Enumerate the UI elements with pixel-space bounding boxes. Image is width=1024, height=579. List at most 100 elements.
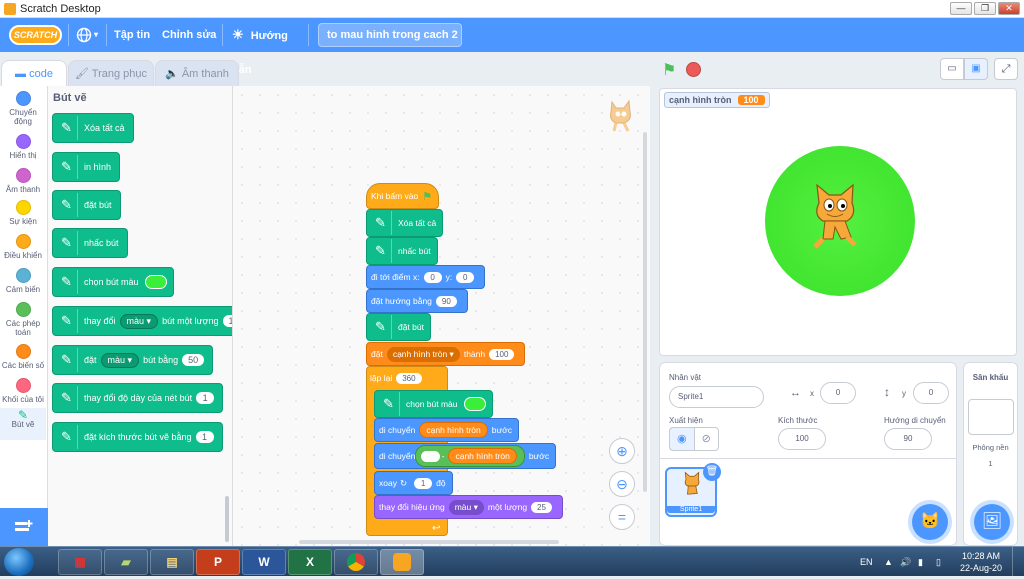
taskbar-app-scratch[interactable] (380, 549, 424, 575)
zoom-in-button[interactable]: ⊕ (609, 438, 635, 464)
taskbar-app-explorer[interactable]: ▤ (150, 549, 194, 575)
show-hidden-icons[interactable]: ▲ (884, 547, 893, 577)
y-position-input[interactable]: 0 (913, 382, 949, 404)
value-input[interactable]: 1 (195, 431, 214, 443)
minimize-button[interactable]: — (950, 2, 972, 15)
green-flag-button[interactable]: ⚑ (662, 60, 676, 80)
variable-reporter[interactable]: cạnh hình tròn (419, 422, 488, 438)
scratch-logo[interactable]: SCRATCH (9, 25, 62, 45)
hide-button[interactable]: ⊘ (695, 428, 719, 450)
sprite-tile[interactable]: Sprite1 🗑 (665, 463, 721, 517)
value-input[interactable]: 50 (182, 354, 205, 366)
show-button[interactable]: ◉ (670, 428, 695, 450)
tab-costumes[interactable]: 🖌 Trang phục (68, 60, 154, 86)
y-input[interactable]: 0 (456, 271, 475, 283)
tab-code[interactable]: ▬ code (1, 60, 67, 87)
block-pen-down[interactable]: ✎ đặt bút (52, 190, 121, 220)
cat-sprite[interactable] (805, 181, 865, 261)
param-dropdown[interactable]: màu ▾ (100, 352, 140, 368)
start-button[interactable] (4, 548, 34, 576)
taskbar-app-paint[interactable]: ▦ (58, 549, 102, 575)
block-set-pen-param[interactable]: ✎ đặt màu ▾ bút bằng 50 (52, 345, 214, 375)
script-set-variable-block[interactable]: đặt cạnh hình tròn ▾ thành 100 (366, 342, 526, 366)
block-set-pen-size[interactable]: ✎ đặt kích thước bút vẽ bằng 1 (52, 422, 223, 452)
language-indicator[interactable]: EN (860, 547, 873, 577)
script-turn-block[interactable]: xoay ↻ 1 độ (374, 471, 453, 495)
category-variables[interactable]: Các biến số (0, 344, 46, 370)
language-menu[interactable]: ▾ (76, 18, 104, 52)
category-events[interactable]: Sự kiện (0, 200, 46, 226)
block-pen-clear[interactable]: ✎ Xóa tất cả (52, 113, 134, 143)
category-pen[interactable]: ✎ Bút vẽ (0, 408, 46, 440)
category-looks[interactable]: Hiển thị (0, 134, 46, 160)
tab-sounds[interactable]: 🔈 Âm thanh (155, 60, 239, 86)
category-sound[interactable]: Âm thanh (0, 168, 46, 194)
direction-input[interactable]: 90 (435, 295, 457, 307)
taskbar-app-excel[interactable]: X (288, 549, 332, 575)
color-swatch[interactable] (463, 397, 486, 411)
show-desktop-button[interactable] (1012, 547, 1022, 577)
category-control[interactable]: Điều khiển (0, 234, 46, 260)
x-input[interactable]: 0 (423, 271, 442, 283)
variable-reporter[interactable]: cạnh hình tròn (448, 448, 517, 464)
category-sensing[interactable]: Cảm biến (0, 268, 46, 294)
zoom-reset-button[interactable]: = (609, 504, 635, 530)
category-operators[interactable]: Các phép toán (0, 302, 46, 337)
script-change-effect-block[interactable]: thay đổi hiệu ứng màu ▾ một lượng 25 (374, 495, 563, 519)
param-dropdown[interactable]: màu ▾ (119, 313, 159, 329)
variable-dropdown[interactable]: cạnh hình tròn ▾ (386, 346, 460, 362)
taskbar-app-powerpoint[interactable]: P (196, 549, 240, 575)
edit-menu[interactable]: Chỉnh sửa (162, 18, 216, 52)
script-move-block-1[interactable]: di chuyển cạnh hình tròn bước (374, 418, 519, 442)
stop-button[interactable] (686, 62, 701, 77)
file-menu[interactable]: Tập tin (114, 18, 150, 52)
choose-sprite-button[interactable]: 🐱 (912, 504, 948, 540)
small-stage-button[interactable]: ▭ (940, 58, 964, 80)
subtract-operator[interactable]: - cạnh hình tròn (415, 445, 525, 467)
tutorials-button[interactable]: ☀ Hướng dẫn (232, 18, 302, 76)
x-position-input[interactable]: 0 (820, 382, 856, 404)
script-clear-block[interactable]: ✎ Xóa tất cả (366, 209, 444, 237)
value-input[interactable]: 100 (489, 348, 515, 360)
sprite-name-input[interactable]: Sprite1 (669, 386, 764, 408)
operand-input[interactable] (421, 450, 440, 462)
effect-dropdown[interactable]: màu ▾ (448, 499, 484, 515)
when-flag-clicked-block[interactable]: Khi bấm vào ⚑ (366, 183, 440, 209)
script-goto-xy-block[interactable]: đi tới điểm x: 0 y: 0 (366, 265, 486, 289)
restore-button[interactable]: ❐ (974, 2, 996, 15)
clock[interactable]: 10:28 AM 22-Aug-20 (956, 547, 1006, 577)
color-swatch[interactable] (144, 275, 167, 289)
battery-icon[interactable]: ▯ (936, 547, 941, 577)
taskbar-app-sticky[interactable]: ▰ (104, 549, 148, 575)
workspace-vertical-scrollbar[interactable] (643, 132, 647, 492)
block-change-pen-param[interactable]: ✎ thay đổimàu ▾bút một lượng10 (52, 306, 232, 336)
script-pen-down-block[interactable]: ✎ đặt bút (366, 313, 431, 341)
project-title-input[interactable]: to mau hinh trong cach 2 (318, 23, 462, 47)
code-workspace[interactable]: Khi bấm vào ⚑ ✎ Xóa tất cả ✎ nhấc bút đi t… (233, 86, 650, 546)
fullscreen-button[interactable]: ⤢ (994, 58, 1018, 80)
script-move-block-2[interactable]: di chuyển - cạnh hình tròn bước (374, 443, 557, 469)
normal-stage-button[interactable]: ▣ (964, 58, 988, 80)
category-motion[interactable]: Chuyển động (0, 91, 46, 126)
script-point-direction-block[interactable]: đặt hướng bằng 90 (366, 289, 468, 313)
stage-canvas[interactable]: cạnh hình tròn 100 (659, 88, 1017, 356)
choose-backdrop-button[interactable]: 🖼 (974, 504, 1010, 540)
volume-icon[interactable]: 🔊 (900, 547, 911, 577)
value-input[interactable]: 10 (222, 315, 232, 327)
delete-sprite-button[interactable]: 🗑 (703, 463, 721, 481)
value-input[interactable]: 1 (196, 392, 215, 404)
degrees-input[interactable]: 1 (414, 477, 433, 489)
palette-scrollbar[interactable] (225, 496, 229, 542)
value-input[interactable]: 25 (531, 501, 552, 513)
repeat-count-input[interactable]: 360 (396, 372, 422, 384)
block-pen-stamp[interactable]: ✎ in hình (52, 152, 121, 182)
category-my-blocks[interactable]: Khối của tôi (0, 378, 46, 404)
block-pen-up[interactable]: ✎ nhấc bút (52, 228, 128, 258)
workspace-horizontal-scrollbar[interactable] (299, 540, 559, 544)
direction-input[interactable]: 90 (884, 428, 932, 450)
taskbar-app-chrome[interactable] (334, 549, 378, 575)
script-pen-up-block[interactable]: ✎ nhấc bút (366, 237, 438, 265)
zoom-out-button[interactable]: ⊖ (609, 471, 635, 497)
stage-thumbnail[interactable] (968, 399, 1014, 435)
network-icon[interactable]: ▮ (918, 547, 923, 577)
